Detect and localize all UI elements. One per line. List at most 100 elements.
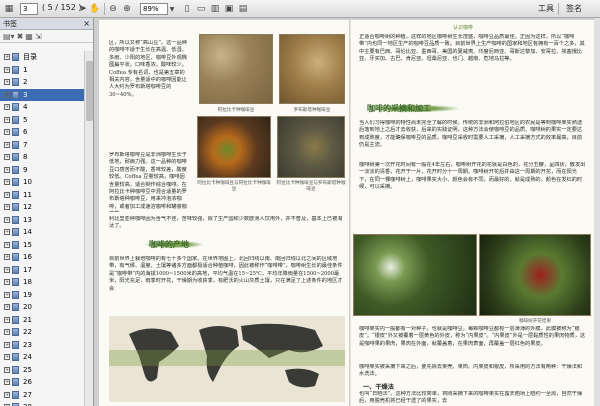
expand-icon[interactable]: +: [4, 216, 10, 223]
expand-icon[interactable]: +: [4, 154, 10, 161]
bookmark-icon: [12, 340, 19, 349]
bookmark-icon: [12, 128, 19, 137]
expand-icon[interactable]: +: [4, 391, 10, 398]
hand-tool-icon[interactable]: ✋: [89, 3, 100, 15]
fit-width-icon[interactable]: ▭: [196, 3, 206, 15]
zoom-level-select[interactable]: 89%: [140, 3, 168, 15]
bookmark-item[interactable]: +15: [0, 239, 84, 252]
two-page-icon[interactable]: ▥: [210, 3, 220, 15]
expand-icon[interactable]: +: [4, 266, 10, 273]
expand-icon[interactable]: +: [4, 366, 10, 373]
bookmark-item[interactable]: +20: [0, 301, 84, 314]
bookmark-item[interactable]: +7: [0, 139, 84, 152]
expand-icon[interactable]: +: [4, 116, 10, 123]
delete-bookmark-icon[interactable]: ✖: [17, 32, 24, 41]
arabica-beans-photo: [199, 34, 273, 104]
expand-icon[interactable]: +: [4, 129, 10, 136]
bookmark-item[interactable]: +25: [0, 364, 84, 377]
expand-icon[interactable]: +: [4, 54, 10, 61]
paragraph: 正适合咖啡树的种植，这样的地区咖啡树生长茂盛，咖啡豆品质最佳。正因为这样，所以“…: [359, 34, 585, 63]
bookmark-item[interactable]: +17: [0, 264, 84, 277]
bookmark-icon: [12, 278, 19, 287]
fit-page-icon[interactable]: ▯: [182, 3, 192, 15]
toolbar-divider: [558, 3, 559, 15]
bookmark-item[interactable]: +13: [0, 214, 84, 227]
left-column-text: 罗布斯塔咖啡豆是非洲咖啡生长于低地，耐病力强。这一品种的咖啡豆口感苦而不酸，香味…: [109, 152, 187, 212]
bookmark-item[interactable]: +23: [0, 339, 84, 352]
bookmark-item[interactable]: +5: [0, 114, 84, 127]
bookmark-item[interactable]: +3: [0, 88, 84, 101]
expand-icon[interactable]: +: [4, 379, 10, 386]
bookmark-item[interactable]: +22: [0, 326, 84, 339]
bookmark-item[interactable]: +14: [0, 226, 84, 239]
expand-icon[interactable]: +: [4, 91, 10, 98]
bookmark-item[interactable]: +21: [0, 314, 84, 327]
expand-icon[interactable]: +: [4, 191, 10, 198]
bookmark-icon: [12, 328, 19, 337]
continuous-page-icon[interactable]: ▤: [238, 3, 248, 15]
toolbar-divider: [104, 3, 105, 15]
sign-menu[interactable]: 签名: [566, 3, 582, 14]
bookmark-item[interactable]: +9: [0, 164, 84, 177]
expand-icon[interactable]: +: [4, 291, 10, 298]
expand-icon[interactable]: +: [4, 354, 10, 361]
bookmark-item[interactable]: +10: [0, 176, 84, 189]
expand-icon[interactable]: +: [4, 341, 10, 348]
expand-icon[interactable]: +: [4, 279, 10, 286]
close-icon[interactable]: ×: [83, 18, 90, 30]
expand-icon[interactable]: +: [4, 229, 10, 236]
page-number-input[interactable]: 3: [20, 3, 38, 15]
expand-icon[interactable]: +: [4, 66, 10, 73]
expand-icon[interactable]: +: [4, 241, 10, 248]
expand-icon[interactable]: +: [4, 204, 10, 211]
expand-icon[interactable]: +: [4, 304, 10, 311]
bookmark-item[interactable]: +26: [0, 376, 84, 389]
bookmark-item[interactable]: +12: [0, 201, 84, 214]
expand-icon[interactable]: +: [4, 254, 10, 261]
expand-bookmark-icon[interactable]: ⇲: [35, 32, 42, 41]
select-tool-icon[interactable]: ➤: [78, 3, 88, 15]
bookmark-item[interactable]: +8: [0, 151, 84, 164]
zoom-in-icon[interactable]: ⊕: [122, 3, 132, 15]
rotate-icon[interactable]: ▣: [224, 3, 234, 15]
sidebar-scrollbar[interactable]: [84, 51, 93, 406]
bookmark-icon: [12, 240, 19, 249]
expand-icon[interactable]: +: [4, 329, 10, 336]
options-icon[interactable]: ▤▾: [3, 32, 15, 41]
bookmark-label: 1: [23, 65, 28, 74]
document-view[interactable]: 区，所以又称“高山豆”。这一品种的咖啡不适于生长在高温、低湿、多雨、少阳的地区，…: [94, 18, 600, 406]
beans-in-hand-photo: [277, 116, 345, 178]
bookmark-item[interactable]: +19: [0, 289, 84, 302]
bookmarks-title: 书签: [3, 20, 17, 28]
bookmark-label: 22: [23, 328, 32, 337]
expand-icon[interactable]: +: [4, 316, 10, 323]
bookmark-item[interactable]: +1: [0, 64, 84, 77]
photo-caption: 罗布斯塔种咖啡豆: [293, 108, 331, 113]
tools-menu[interactable]: 工具: [538, 3, 554, 14]
zoom-out-icon[interactable]: ⊖: [108, 3, 118, 15]
sidebar-scroll-thumb[interactable]: [86, 61, 93, 121]
photo-caption: 阿拉比卡种咖啡豆: [217, 108, 255, 113]
bookmark-item[interactable]: +18: [0, 276, 84, 289]
bookmark-item[interactable]: + 目录: [0, 51, 84, 64]
expand-icon[interactable]: +: [4, 179, 10, 186]
sidebar-toggle-icon[interactable]: ▦: [4, 3, 14, 15]
new-bookmark-icon[interactable]: ▦: [25, 32, 33, 41]
bookmark-item[interactable]: +28: [0, 401, 84, 406]
bookmark-item[interactable]: +6: [0, 126, 84, 139]
expand-icon[interactable]: +: [4, 79, 10, 86]
bookmark-label: 11: [23, 190, 32, 199]
expand-icon[interactable]: +: [4, 166, 10, 173]
bookmark-item[interactable]: +2: [0, 76, 84, 89]
expand-icon[interactable]: +: [4, 104, 10, 111]
bookmark-item[interactable]: +4: [0, 101, 84, 114]
page-count-label: ( 5 / 152 ): [42, 3, 82, 12]
bookmark-item[interactable]: +11: [0, 189, 84, 202]
expand-icon[interactable]: +: [4, 141, 10, 148]
document-scrollbar[interactable]: [594, 18, 600, 406]
bookmark-item[interactable]: +24: [0, 351, 84, 364]
bookmark-item[interactable]: +16: [0, 251, 84, 264]
chevron-down-icon[interactable]: ▼: [168, 3, 176, 15]
bookmark-icon: [12, 315, 19, 324]
bookmark-item[interactable]: +27: [0, 389, 84, 402]
